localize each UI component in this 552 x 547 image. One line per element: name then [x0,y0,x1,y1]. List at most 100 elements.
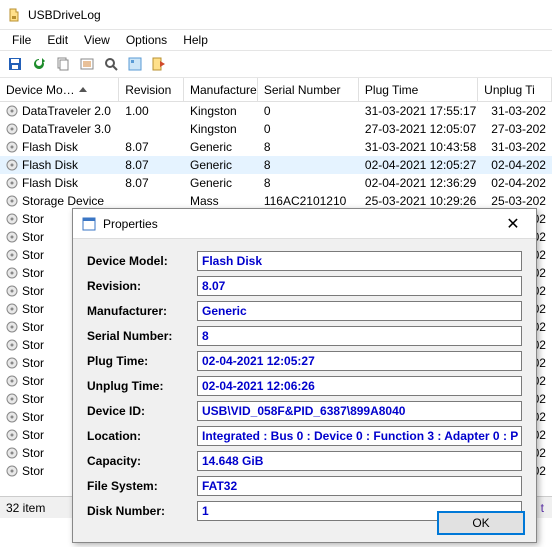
cell-model: Stor [22,248,44,262]
menu-view[interactable]: View [76,31,118,49]
disk-icon [6,177,18,189]
cell-model: Stor [22,410,44,424]
property-row: Unplug Time:02-04-2021 12:06:26 [87,374,522,398]
property-value[interactable]: 14.648 GiB [197,451,522,471]
cell-manufacturer: Kingston [184,104,258,118]
property-value[interactable]: FAT32 [197,476,522,496]
cell-unplug: 02-04-202 [478,158,552,172]
property-value[interactable]: 8.07 [197,276,522,296]
menu-file[interactable]: File [4,31,39,49]
property-label: Plug Time: [87,354,197,368]
table-row[interactable]: DataTraveler 2.01.00Kingston031-03-2021 … [0,102,552,120]
copy-icon[interactable] [52,53,74,75]
cell-serial: 0 [258,122,359,136]
cell-model: Stor [22,266,44,280]
window-title: USBDriveLog [28,8,101,22]
disk-icon [6,357,18,369]
dialog-title: Properties [103,217,498,231]
menu-edit[interactable]: Edit [39,31,76,49]
disk-icon [6,321,18,333]
cell-model: Stor [22,302,44,316]
dialog-icon [81,216,97,232]
cell-manufacturer: Generic [184,176,258,190]
disk-icon [6,195,18,207]
property-value[interactable]: 02-04-2021 12:05:27 [197,351,522,371]
menu-help[interactable]: Help [175,31,216,49]
cell-model: Stor [22,446,44,460]
col-header-serial[interactable]: Serial Number [258,78,359,101]
property-label: File System: [87,479,197,493]
property-label: Manufacturer: [87,304,197,318]
find-icon[interactable] [100,53,122,75]
property-label: Capacity: [87,454,197,468]
props-icon[interactable] [76,53,98,75]
cell-model: Stor [22,356,44,370]
cell-plug: 02-04-2021 12:36:29 [359,176,478,190]
cell-unplug: 31-03-202 [478,140,552,154]
dialog-body: Device Model:Flash DiskRevision:8.07Manu… [73,239,536,530]
cell-plug: 31-03-2021 17:55:17 [359,104,478,118]
col-header-model[interactable]: Device Mo… [0,78,119,101]
cell-model: DataTraveler 3.0 [22,122,111,136]
col-header-unplug[interactable]: Unplug Ti [478,78,552,101]
col-header-manufacturer[interactable]: Manufacturer [184,78,258,101]
col-header-revision[interactable]: Revision [119,78,184,101]
property-row: Capacity:14.648 GiB [87,449,522,473]
disk-icon [6,339,18,351]
exit-icon[interactable] [148,53,170,75]
disk-icon [6,249,18,261]
cell-serial: 8 [258,176,359,190]
property-value[interactable]: Integrated : Bus 0 : Device 0 : Function… [197,426,522,446]
disk-icon [6,141,18,153]
property-row: Location:Integrated : Bus 0 : Device 0 :… [87,424,522,448]
property-row: Device ID:USB\VID_058F&PID_6387\899A8040 [87,399,522,423]
property-value[interactable]: USB\VID_058F&PID_6387\899A8040 [197,401,522,421]
cell-model: Stor [22,212,44,226]
cell-model: Storage Device [22,194,104,208]
disk-icon [6,105,18,117]
titlebar: USBDriveLog [0,0,552,30]
table-row[interactable]: Flash Disk8.07Generic802-04-2021 12:36:2… [0,174,552,192]
property-label: Revision: [87,279,197,293]
cell-plug: 25-03-2021 10:29:26 [359,194,478,208]
disk-icon [6,267,18,279]
table-row[interactable]: Flash Disk8.07Generic802-04-2021 12:05:2… [0,156,552,174]
ok-button[interactable]: OK [438,512,524,534]
disk-icon [6,411,18,423]
property-row: Device Model:Flash Disk [87,249,522,273]
disk-icon [6,285,18,297]
cell-serial: 116AC2101210 [258,194,359,208]
options-icon[interactable] [124,53,146,75]
disk-icon [6,393,18,405]
close-icon[interactable]: ✕ [498,212,528,236]
dialog-titlebar[interactable]: Properties ✕ [73,209,536,239]
table-row[interactable]: Flash Disk8.07Generic831-03-2021 10:43:5… [0,138,552,156]
property-label: Location: [87,429,197,443]
cell-model: Flash Disk [22,140,78,154]
cell-revision: 8.07 [119,140,184,154]
cell-model: DataTraveler 2.0 [22,104,111,118]
col-header-plug[interactable]: Plug Time [359,78,478,101]
save-icon[interactable] [4,53,26,75]
property-row: Serial Number:8 [87,324,522,348]
cell-serial: 8 [258,140,359,154]
cell-model: Stor [22,374,44,388]
disk-icon [6,123,18,135]
cell-plug: 27-03-2021 12:05:07 [359,122,478,136]
refresh-icon[interactable] [28,53,50,75]
cell-manufacturer: Generic [184,158,258,172]
toolbar [0,50,552,78]
cell-unplug: 31-03-202 [478,104,552,118]
property-row: Plug Time:02-04-2021 12:05:27 [87,349,522,373]
disk-icon [6,213,18,225]
property-value[interactable]: 8 [197,326,522,346]
disk-icon [6,465,18,477]
property-row: Manufacturer:Generic [87,299,522,323]
disk-icon [6,375,18,387]
property-label: Disk Number: [87,504,197,518]
property-value[interactable]: Generic [197,301,522,321]
property-value[interactable]: Flash Disk [197,251,522,271]
menu-options[interactable]: Options [118,31,175,49]
table-row[interactable]: DataTraveler 3.0Kingston027-03-2021 12:0… [0,120,552,138]
property-value[interactable]: 02-04-2021 12:06:26 [197,376,522,396]
